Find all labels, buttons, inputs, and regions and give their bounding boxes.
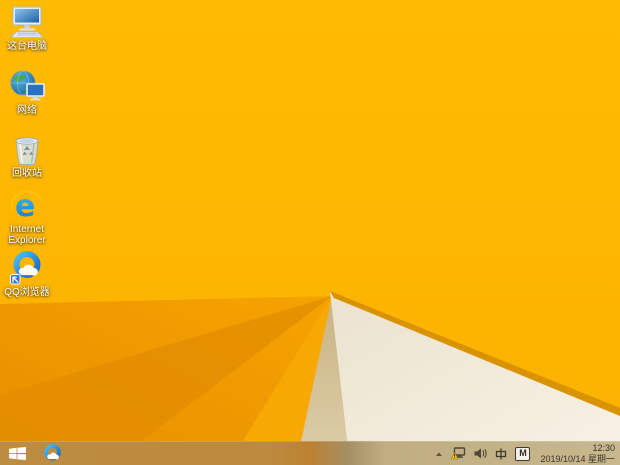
ime-language-icon[interactable] bbox=[495, 448, 507, 460]
volume-icon[interactable] bbox=[474, 448, 488, 459]
wallpaper bbox=[0, 0, 620, 465]
taskbar-qq-browser-button[interactable] bbox=[34, 442, 70, 465]
ime-mode-icon[interactable]: M bbox=[515, 446, 531, 461]
network-warning-icon bbox=[451, 447, 466, 460]
desktop-icon-recycle-bin[interactable]: 回收站 bbox=[0, 136, 54, 179]
clock-time: 12:30 bbox=[592, 442, 615, 453]
windows-logo-icon bbox=[8, 447, 26, 460]
desktop-icon-label: 网络 bbox=[17, 105, 37, 116]
desktop-icon-label: Internet Explorer bbox=[8, 224, 46, 246]
qq-browser-icon bbox=[43, 444, 61, 461]
speaker-icon bbox=[474, 448, 488, 459]
qq-browser-icon bbox=[10, 251, 41, 285]
desktop: 这台电脑 网络 回收站 e Internet Explorer QQ浏览器 M … bbox=[0, 0, 620, 465]
desktop-icon-label: 回收站 bbox=[12, 168, 42, 179]
show-hidden-icons-button[interactable] bbox=[435, 451, 443, 457]
chevron-up-icon bbox=[436, 451, 443, 456]
this-pc-icon bbox=[10, 6, 44, 38]
desktop-icon-qq-browser[interactable]: QQ浏览器 bbox=[0, 250, 54, 298]
network-icon bbox=[10, 70, 45, 101]
desktop-icon-internet-explorer[interactable]: e Internet Explorer bbox=[0, 188, 54, 246]
ime-zhong-glyph-icon bbox=[496, 448, 507, 459]
system-tray: M 12:30 2019/10/14 星期一 bbox=[435, 443, 620, 465]
network-status-icon[interactable] bbox=[451, 447, 466, 460]
desktop-icon-this-pc[interactable]: 这台电脑 bbox=[0, 6, 54, 52]
clock[interactable]: 12:30 2019/10/14 星期一 bbox=[538, 443, 615, 465]
internet-explorer-icon: e bbox=[10, 189, 43, 222]
shortcut-arrow-overlay bbox=[10, 274, 21, 285]
desktop-icon-label: QQ浏览器 bbox=[4, 287, 50, 298]
start-button[interactable] bbox=[0, 442, 34, 465]
clock-date: 2019/10/14 星期一 bbox=[540, 453, 615, 464]
desktop-icon-label: 这台电脑 bbox=[7, 41, 47, 52]
taskbar: M 12:30 2019/10/14 星期一 bbox=[0, 441, 620, 465]
desktop-icon-network[interactable]: 网络 bbox=[0, 70, 54, 116]
recycle-bin-icon bbox=[15, 137, 39, 165]
